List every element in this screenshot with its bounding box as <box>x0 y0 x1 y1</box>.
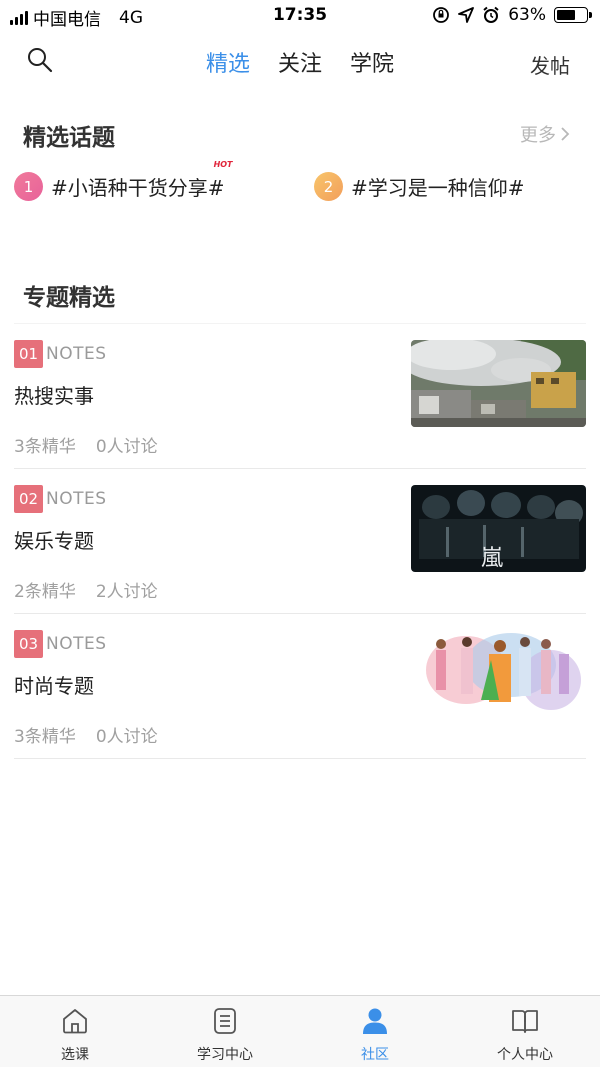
topic-rank-badge: 2 <box>314 172 343 201</box>
item-tag: 01 NOTES <box>14 340 107 368</box>
more-label: 更多 <box>520 125 556 146</box>
discussion-count: 0人讨论 <box>95 437 158 457</box>
item-stats: 3条精华 0人讨论 <box>14 432 158 457</box>
band-group-image: 嵐 <box>411 485 586 572</box>
item-thumbnail[interactable] <box>411 340 586 427</box>
list-item[interactable]: 03 NOTES 时尚专题 3条精华 0人讨论 <box>14 614 586 759</box>
tab-academy[interactable]: 学院 <box>350 46 394 78</box>
tab-following[interactable]: 关注 <box>278 46 322 78</box>
essence-count: 3条精华 <box>14 437 76 457</box>
topic-item[interactable]: 2 #学习是一种信仰# <box>314 172 525 201</box>
alarm-clock-icon <box>483 6 499 23</box>
list-item[interactable]: 02 NOTES 娱乐专题 2条精华 2人讨论 嵐 <box>14 469 586 614</box>
tab-label: 个人中心 <box>497 1047 553 1063</box>
item-tag-label: NOTES <box>46 489 107 509</box>
tab-label: 学习中心 <box>197 1047 253 1063</box>
item-number: 03 <box>14 630 43 658</box>
top-tabs: 精选 关注 学院 <box>0 46 600 78</box>
item-tag: 03 NOTES <box>14 630 107 658</box>
tab-featured[interactable]: 精选 <box>206 46 250 78</box>
person-icon <box>363 1008 387 1034</box>
item-number: 01 <box>14 340 43 368</box>
tab-community[interactable]: 社区 <box>300 996 450 1067</box>
topic-label: #学习是一种信仰# <box>351 176 525 200</box>
item-tag-label: NOTES <box>46 634 107 654</box>
item-tag-label: NOTES <box>46 344 107 364</box>
tab-label: 选课 <box>61 1047 89 1063</box>
battery-icon <box>554 7 592 23</box>
status-bar: 中国电信 4G 17:35 63% <box>0 0 600 32</box>
tab-course-select[interactable]: 选课 <box>0 996 150 1067</box>
rotation-lock-icon <box>433 7 450 23</box>
topic-item[interactable]: 1 #小语种干货分享# HOT <box>14 160 233 201</box>
location-arrow-icon <box>458 7 475 23</box>
tab-personal-center[interactable]: 个人中心 <box>450 996 600 1067</box>
tab-study-center[interactable]: 学习中心 <box>150 996 300 1067</box>
fashion-illustration-image <box>411 630 586 717</box>
essence-count: 3条精华 <box>14 727 76 747</box>
topic-rank-badge: 1 <box>14 172 43 201</box>
battery-percent: 63% <box>508 5 546 25</box>
essence-count: 2条精华 <box>14 582 76 602</box>
hot-badge: HOT <box>213 160 233 169</box>
item-title: 娱乐专题 <box>14 529 94 553</box>
item-title: 热搜实事 <box>14 384 94 408</box>
item-tag: 02 NOTES <box>14 485 107 513</box>
special-topics-list: 01 NOTES 热搜实事 3条精华 0人讨论 02 NOTES 娱乐专题 2条… <box>14 323 586 759</box>
list-item[interactable]: 01 NOTES 热搜实事 3条精华 0人讨论 <box>14 324 586 469</box>
tab-label: 社区 <box>361 1047 389 1063</box>
topic-text: #小语种干货分享# HOT <box>51 160 233 201</box>
post-button[interactable]: 发帖 <box>530 50 570 79</box>
book-icon <box>512 1010 538 1033</box>
home-icon <box>63 1009 87 1034</box>
bottom-tab-bar: 选课 学习中心 社区 个人中心 <box>0 995 600 1067</box>
item-stats: 2条精华 2人讨论 <box>14 577 158 602</box>
featured-topics-title: 精选话题 <box>23 125 115 151</box>
discussion-count: 0人讨论 <box>95 727 158 747</box>
chevron-right-icon <box>561 127 570 141</box>
topic-label: #小语种干货分享# <box>51 176 225 200</box>
image-caption: 嵐 <box>481 546 503 571</box>
item-number: 02 <box>14 485 43 513</box>
special-topics-title: 专题精选 <box>23 285 115 311</box>
item-title: 时尚专题 <box>14 674 94 698</box>
more-link[interactable]: 更多 <box>520 121 570 147</box>
item-thumbnail[interactable]: 嵐 <box>411 485 586 572</box>
item-thumbnail[interactable] <box>411 630 586 717</box>
item-stats: 3条精华 0人讨论 <box>14 722 158 747</box>
discussion-count: 2人讨论 <box>95 582 158 602</box>
status-right: 63% <box>432 5 592 25</box>
top-nav: 精选 关注 学院 发帖 <box>0 32 600 92</box>
smoke-over-buildings-image <box>411 340 586 427</box>
document-icon <box>214 1008 236 1034</box>
